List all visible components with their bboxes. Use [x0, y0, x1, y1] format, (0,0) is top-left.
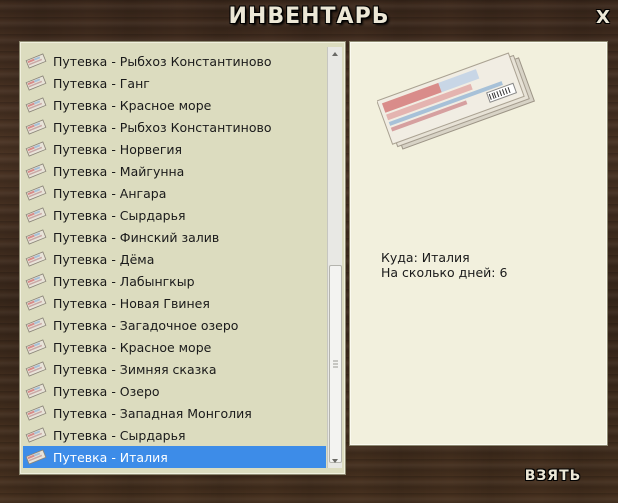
- ticket-icon: [25, 360, 47, 378]
- scroll-down-icon[interactable]: [328, 454, 342, 468]
- inventory-item[interactable]: Путевка - Озеро: [23, 380, 326, 402]
- ticket-icon: [25, 316, 47, 334]
- inventory-item-label: Путевка - Новая Гвинея: [53, 295, 210, 311]
- ticket-icon: [25, 162, 47, 180]
- inventory-list: Путевка - Рыбхоз Константиново Путевка - …: [23, 50, 326, 468]
- close-button[interactable]: X: [594, 9, 612, 27]
- scrollbar-thumb[interactable]: [329, 265, 342, 463]
- ticket-bundle-icon: [377, 52, 536, 150]
- inventory-item[interactable]: Путевка - Лабынгкыр: [23, 270, 326, 292]
- inventory-item-label: Путевка - Лабынгкыр: [53, 273, 195, 289]
- ticket-icon: [25, 426, 47, 444]
- item-destination: Куда: Италия: [381, 250, 470, 265]
- inventory-item-label: Путевка - Финский залив: [53, 229, 220, 245]
- inventory-item-label: Путевка - Ангара: [53, 185, 167, 201]
- inventory-item-label: Путевка - Норвегия: [53, 141, 183, 157]
- ticket-icon: [25, 74, 47, 92]
- inventory-item[interactable]: Путевка - Новая Гвинея: [23, 292, 326, 314]
- inventory-item-label: Путевка - Сырдарья: [53, 427, 186, 443]
- inventory-item-label: Путевка - Западная Монголия: [53, 405, 252, 421]
- ticket-icon: [25, 448, 47, 466]
- inventory-item[interactable]: Путевка - Дёма: [23, 248, 326, 270]
- ticket-icon: [25, 382, 47, 400]
- ticket-icon: [25, 184, 47, 202]
- inventory-item-label: Путевка - Сырдарья: [53, 207, 186, 223]
- inventory-item[interactable]: Путевка - Рыбхоз Константиново: [23, 50, 326, 72]
- ticket-icon: [25, 52, 47, 70]
- inventory-item-label: Путевка - Дёма: [53, 251, 155, 267]
- inventory-list-panel: Путевка - Рыбхоз Константиново Путевка - …: [19, 41, 346, 475]
- inventory-item[interactable]: Путевка - Красное море: [23, 336, 326, 358]
- inventory-item[interactable]: Путевка - Ангара: [23, 182, 326, 204]
- inventory-item-label: Путевка - Рыбхоз Константиново: [53, 53, 272, 69]
- inventory-item[interactable]: Путевка - Загадочное озеро: [23, 314, 326, 336]
- ticket-icon: [25, 250, 47, 268]
- ticket-icon: [25, 338, 47, 356]
- ticket-icon: [25, 206, 47, 224]
- inventory-item-label: Путевка - Зимняя сказка: [53, 361, 217, 377]
- inventory-item-label: Путевка - Майгунна: [53, 163, 185, 179]
- ticket-icon: [25, 118, 47, 136]
- inventory-item[interactable]: Путевка - Ганг: [23, 72, 326, 94]
- inventory-item-label: Путевка - Рыбхоз Константиново: [53, 119, 272, 135]
- item-days: На сколько дней: 6: [381, 265, 508, 280]
- inventory-item[interactable]: Путевка - Майгунна: [23, 160, 326, 182]
- inventory-item-label: Путевка - Ганг: [53, 75, 150, 91]
- inventory-item[interactable]: Путевка - Италия: [23, 446, 326, 468]
- ticket-icon: [25, 272, 47, 290]
- inventory-item[interactable]: Путевка - Рыбхоз Константиново: [23, 116, 326, 138]
- ticket-icon: [25, 140, 47, 158]
- scroll-up-icon[interactable]: [328, 47, 342, 61]
- inventory-item[interactable]: Путевка - Сырдарья: [23, 424, 326, 446]
- inventory-item-label: Путевка - Озеро: [53, 383, 160, 399]
- inventory-item[interactable]: Путевка - Зимняя сказка: [23, 358, 326, 380]
- list-scrollbar[interactable]: [327, 47, 342, 468]
- ticket-icon: [25, 294, 47, 312]
- inventory-item[interactable]: Путевка - Финский залив: [23, 226, 326, 248]
- ticket-icon: [25, 228, 47, 246]
- inventory-item-label: Путевка - Загадочное озеро: [53, 317, 239, 333]
- inventory-item-label: Путевка - Красное море: [53, 339, 212, 355]
- inventory-item-label: Путевка - Италия: [53, 449, 168, 465]
- ticket-icon: [25, 404, 47, 422]
- take-button[interactable]: ВЗЯТЬ: [518, 465, 588, 487]
- inventory-item-label: Путевка - Красное море: [53, 97, 212, 113]
- inventory-item[interactable]: Путевка - Норвегия: [23, 138, 326, 160]
- inventory-item[interactable]: Путевка - Западная Монголия: [23, 402, 326, 424]
- ticket-icon: [25, 96, 47, 114]
- window-title: ИНВЕНТАРЬ: [228, 4, 390, 29]
- item-details: Куда: Италия На сколько дней: 6: [381, 250, 507, 280]
- inventory-item[interactable]: Путевка - Красное море: [23, 94, 326, 116]
- inventory-item[interactable]: Путевка - Сырдарья: [23, 204, 326, 226]
